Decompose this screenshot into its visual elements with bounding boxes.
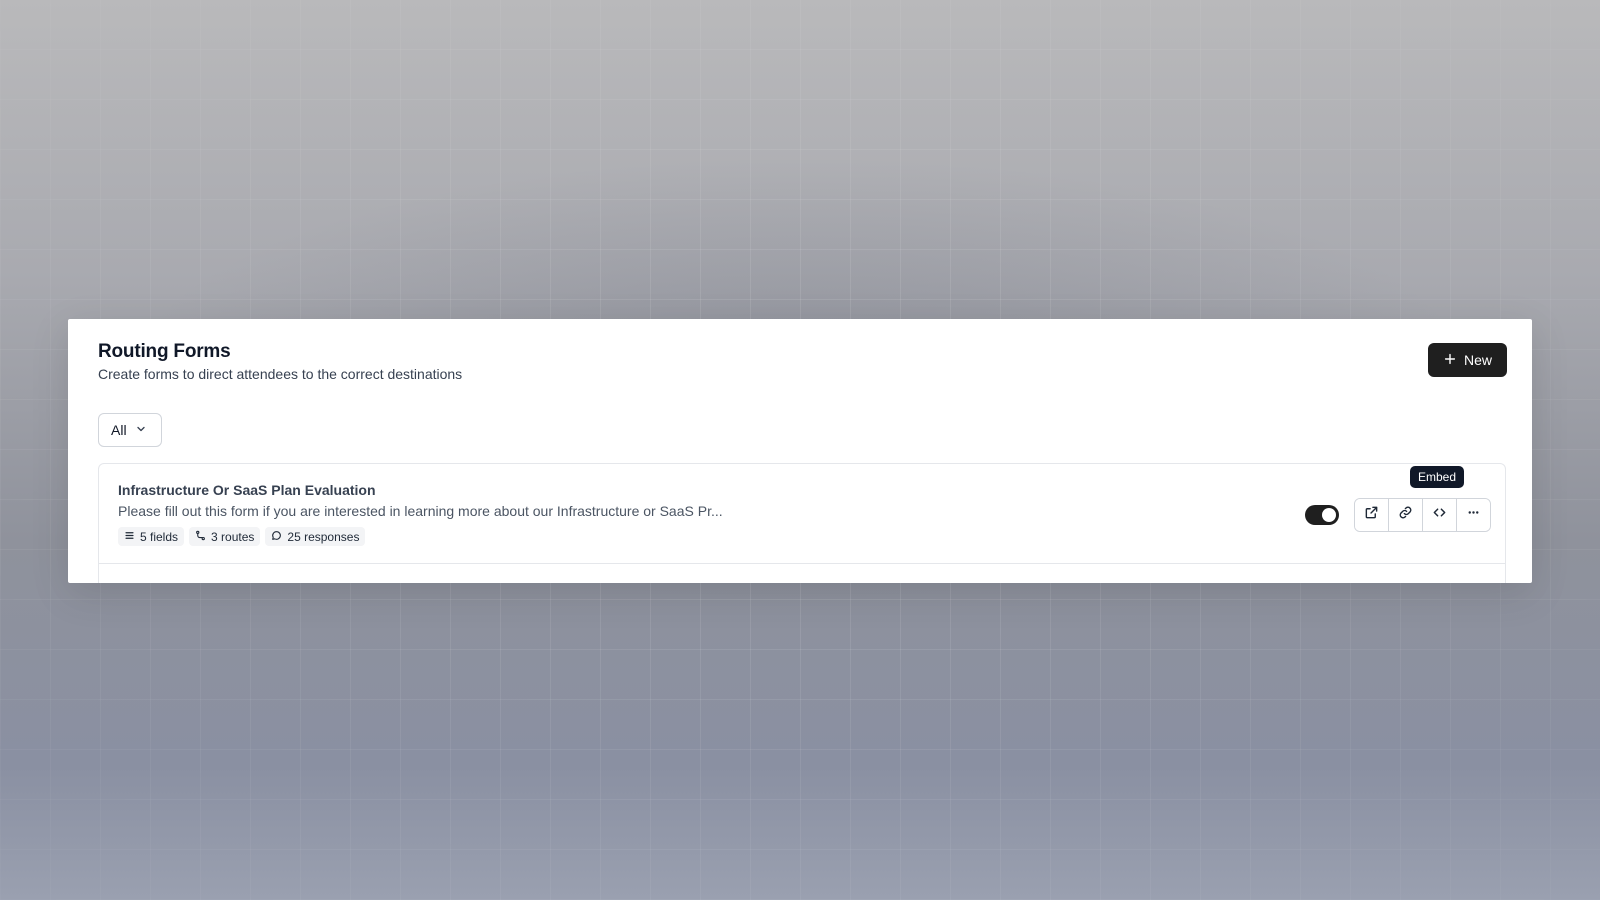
- external-link-icon: [1364, 505, 1379, 525]
- form-actions: [1354, 498, 1491, 532]
- fields-badge: 5 fields: [118, 527, 185, 546]
- form-description: Please fill out this form if you are int…: [118, 503, 723, 519]
- new-form-button[interactable]: New: [1428, 343, 1507, 377]
- page-title: Routing Forms: [98, 341, 231, 362]
- routing-forms-panel: Routing Forms Create forms to direct att…: [68, 319, 1532, 583]
- forms-list: Infrastructure Or SaaS Plan Evaluation P…: [98, 463, 1506, 583]
- route-icon: [195, 530, 206, 544]
- preview-button[interactable]: [1355, 499, 1389, 531]
- more-options-button[interactable]: [1457, 499, 1490, 531]
- plus-icon: [1443, 352, 1457, 369]
- message-icon: [271, 530, 282, 544]
- fields-count: 5 fields: [140, 529, 179, 544]
- copy-link-button[interactable]: [1389, 499, 1423, 531]
- embed-tooltip: Embed: [1410, 466, 1464, 488]
- routes-badge: 3 routes: [189, 527, 261, 546]
- responses-badge: 25 responses: [265, 527, 366, 546]
- form-badges: 5 fields 3 routes 25 responses: [118, 527, 366, 546]
- link-icon: [1398, 505, 1413, 525]
- page-subtitle: Create forms to direct attendees to the …: [98, 366, 463, 382]
- form-row[interactable]: Infrastructure Or SaaS Plan Evaluation P…: [99, 464, 1505, 564]
- form-title[interactable]: Infrastructure Or SaaS Plan Evaluation: [118, 482, 376, 498]
- responses-count: 25 responses: [287, 529, 360, 544]
- chevron-down-icon: [135, 422, 147, 438]
- new-button-label: New: [1463, 352, 1492, 368]
- code-icon: [1432, 505, 1447, 525]
- toggle-knob: [1322, 508, 1336, 522]
- embed-button[interactable]: [1423, 499, 1457, 531]
- more-horizontal-icon: [1466, 505, 1481, 525]
- filter-selected-value: All: [111, 422, 127, 438]
- filter-dropdown[interactable]: All: [98, 413, 162, 447]
- routes-count: 3 routes: [211, 529, 255, 544]
- list-icon: [124, 530, 135, 544]
- form-enabled-toggle[interactable]: [1305, 505, 1339, 525]
